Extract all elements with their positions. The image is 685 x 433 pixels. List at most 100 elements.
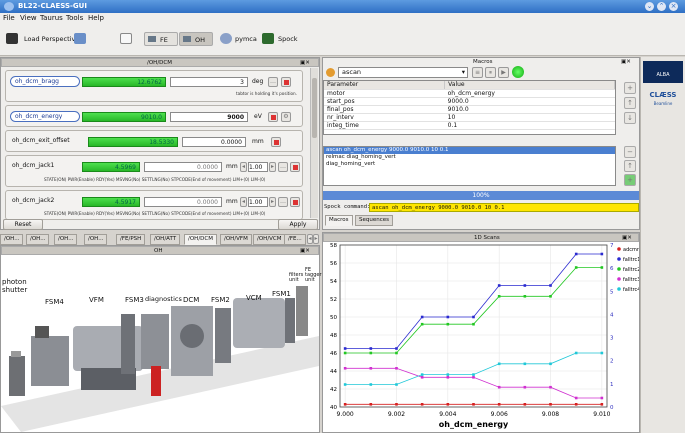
table-row[interactable]: integ_time 0.1: [324, 121, 615, 130]
param-value[interactable]: 9000.0: [444, 97, 615, 106]
tab-oh-vcm[interactable]: /OH/VCM: [253, 234, 286, 245]
reset-button[interactable]: Reset: [3, 219, 43, 230]
macros-header: Macros ▣✕: [323, 58, 639, 67]
add-param-button[interactable]: +: [624, 82, 636, 94]
stop-button[interactable]: [268, 112, 278, 122]
close-button[interactable]: ×: [669, 2, 678, 11]
more-button[interactable]: …: [268, 77, 278, 87]
menu-taurus[interactable]: Taurus: [40, 14, 63, 22]
remove-history-button[interactable]: −: [624, 146, 636, 158]
macro-history-list[interactable]: ascan oh_dcm_energy 9000.0 9010.0 10 0.1…: [323, 146, 616, 186]
panel-float-icon[interactable]: ▣✕: [300, 60, 310, 66]
history-up-button[interactable]: ↑: [624, 160, 636, 172]
motor-name[interactable]: oh_dcm_energy: [10, 111, 80, 122]
tab-oh-vfm[interactable]: /OH/VFM: [220, 234, 252, 245]
blank-panel-icon[interactable]: [120, 33, 132, 44]
stop-button[interactable]: [290, 162, 300, 172]
menu-file[interactable]: File: [3, 14, 15, 22]
stop-button[interactable]: [271, 137, 281, 147]
beamline-diagram: [1, 286, 319, 432]
y-tick-label: 48: [330, 333, 337, 339]
move-down-button[interactable]: ↓: [624, 112, 636, 124]
play-button[interactable]: ▶: [498, 67, 509, 78]
history-add-button[interactable]: +: [624, 174, 636, 186]
motor-setpoint-input[interactable]: 9000: [170, 112, 248, 122]
panel-float-icon[interactable]: ▣✕: [621, 59, 631, 65]
filters-component[interactable]: [296, 286, 308, 336]
param-value[interactable]: oh_dcm_energy: [444, 89, 615, 98]
tab-macros[interactable]: Macros: [325, 215, 353, 226]
photon-shutter[interactable]: [9, 351, 25, 396]
fsm1-component[interactable]: [285, 298, 295, 343]
step-size-input[interactable]: 1.00: [248, 197, 268, 207]
perspective-icon[interactable]: [6, 33, 18, 44]
config-button[interactable]: ⚙: [281, 112, 291, 122]
motor-setpoint-input[interactable]: 0.0000: [144, 162, 222, 172]
list-item[interactable]: ascan oh_dcm_energy 9000.0 9010.0 10 0.1: [324, 147, 615, 154]
tab-oh-1[interactable]: /OH...: [0, 234, 24, 245]
motor-setpoint-input[interactable]: 0.0000: [182, 137, 246, 147]
table-row[interactable]: nr_interv 10: [324, 113, 615, 122]
synoptic-title: OH: [154, 248, 163, 254]
pymca-button[interactable]: pymca: [235, 35, 257, 43]
list-item[interactable]: diag_homing_vert: [324, 161, 615, 168]
motor-panel-scrollbar[interactable]: [310, 68, 318, 218]
spock-command-field[interactable]: ascan oh_dcm_energy 9000.0 9010.0 10 0.1: [369, 203, 639, 212]
spock-icon[interactable]: [262, 33, 274, 44]
stop-button[interactable]: [281, 77, 291, 87]
tab-sequences[interactable]: Sequences: [355, 215, 393, 226]
scan-plot[interactable]: 40424446485052545658012345679.000 9.002 9.…: [323, 243, 639, 433]
spock-button[interactable]: Spock: [278, 35, 298, 43]
table-row[interactable]: motor oh_dcm_energy: [324, 89, 615, 98]
menu-tools[interactable]: Tools: [66, 14, 83, 22]
edit-macro-button[interactable]: ≡: [472, 67, 483, 78]
tab-scroll-right-button[interactable]: ▸: [313, 234, 319, 244]
panel-float-icon[interactable]: ▣✕: [622, 235, 632, 241]
run-macro-button[interactable]: [512, 66, 524, 78]
more-button[interactable]: …: [278, 162, 288, 172]
tab-oh-att[interactable]: /OH/ATT: [150, 234, 181, 245]
scrollbar-thumb[interactable]: [312, 78, 317, 138]
save-perspective-icon[interactable]: [74, 33, 86, 44]
macro-params-table[interactable]: Parameter Value motor oh_dcm_energy start_…: [323, 80, 616, 135]
dcm-component[interactable]: [171, 306, 213, 376]
fsm4-component[interactable]: [31, 326, 69, 386]
fsm2-component[interactable]: [215, 308, 231, 363]
tab-oh-dcm[interactable]: /OH/DCM: [184, 234, 217, 245]
table-row[interactable]: start_pos 9000.0: [324, 97, 615, 106]
step-up-button[interactable]: ▸: [269, 197, 276, 207]
step-size-input[interactable]: 1.00: [248, 162, 268, 172]
minimize-button[interactable]: ⌄: [645, 2, 654, 11]
apply-button[interactable]: Apply: [278, 219, 318, 230]
step-up-button[interactable]: ▸: [269, 162, 276, 172]
pymca-icon[interactable]: [220, 33, 232, 44]
list-item[interactable]: relmac diag_homing_vert: [324, 154, 615, 161]
tab-fe[interactable]: /FE...: [284, 234, 306, 245]
table-row[interactable]: final_pos 9010.0: [324, 105, 615, 114]
stop-button[interactable]: [290, 197, 300, 207]
macro-select[interactable]: ascan ▾: [338, 67, 468, 78]
vcm-component[interactable]: [233, 298, 285, 348]
maximize-button[interactable]: ⌃: [657, 2, 666, 11]
menu-help[interactable]: Help: [88, 14, 104, 22]
param-value[interactable]: 9010.0: [444, 105, 615, 114]
motor-name[interactable]: oh_dcm_bragg: [10, 76, 80, 87]
step-down-button[interactable]: ◂: [240, 162, 247, 172]
oh-button[interactable]: OH: [179, 32, 213, 46]
fe-button[interactable]: FE: [144, 32, 178, 46]
pause-button[interactable]: ⏸: [485, 67, 496, 78]
tab-oh-2[interactable]: /OH...: [26, 234, 50, 245]
move-up-button[interactable]: ↑: [624, 97, 636, 109]
tab-oh-4[interactable]: /OH...: [84, 234, 108, 245]
more-button[interactable]: …: [278, 197, 288, 207]
panel-float-icon[interactable]: ▣✕: [300, 248, 310, 254]
motor-setpoint-input[interactable]: 3: [170, 77, 248, 87]
param-value[interactable]: 10: [444, 113, 615, 122]
motor-setpoint-input[interactable]: 0.0000: [144, 197, 222, 207]
fsm3-component[interactable]: [121, 314, 135, 374]
tab-fe-psh[interactable]: /FE/PSH: [116, 234, 146, 245]
param-value[interactable]: 0.1: [444, 121, 615, 130]
step-down-button[interactable]: ◂: [240, 197, 247, 207]
tab-oh-3[interactable]: /OH...: [54, 234, 78, 245]
menu-view[interactable]: View: [20, 14, 37, 22]
